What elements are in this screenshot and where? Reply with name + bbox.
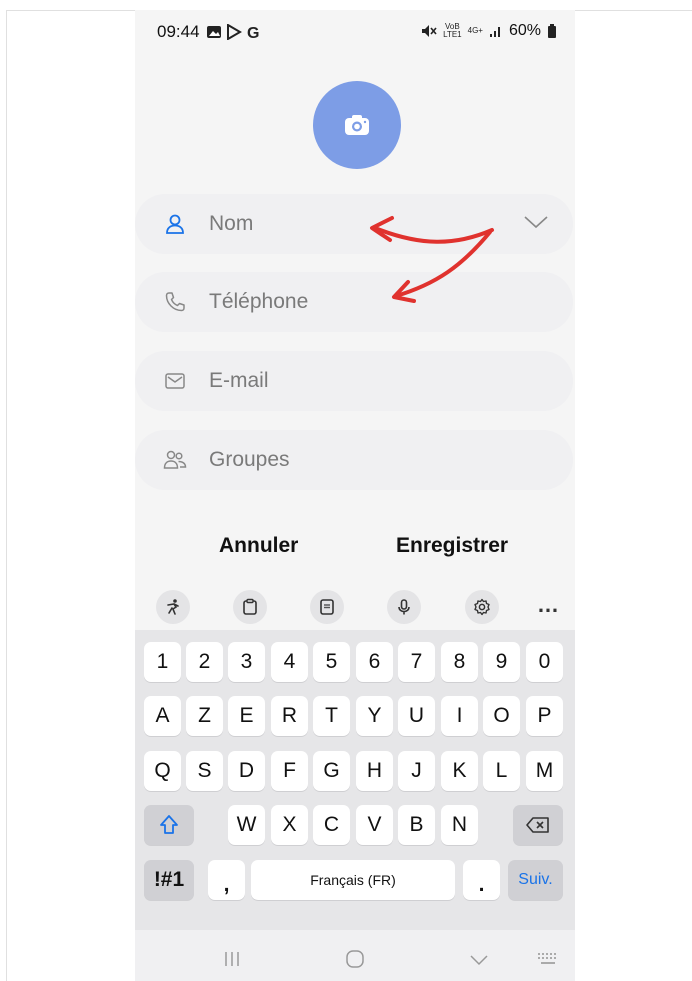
key-h[interactable]: H [356,751,393,791]
key-u[interactable]: U [398,696,435,736]
key-j[interactable]: J [398,751,435,791]
space-key[interactable]: Français (FR) [251,860,455,900]
key-w[interactable]: W [228,805,265,845]
clipboard-icon[interactable] [233,590,267,624]
status-right: VoB LTE1 4G+ 60% [421,22,557,40]
email-field-label: E-mail [209,369,269,392]
keypad-icon[interactable] [310,590,344,624]
key-e[interactable]: E [228,696,265,736]
keyboard-hide-icon[interactable] [537,952,559,966]
key-i[interactable]: I [441,696,478,736]
key-o[interactable]: O [483,696,520,736]
phone-screen: 09:44 G VoB LTE1 4G+ 60% Nom Téléphone E… [135,10,575,981]
network-type: 4G+ [467,26,483,35]
chevron-down-icon[interactable] [523,212,549,232]
mute-icon [422,25,437,37]
shift-key[interactable] [144,805,194,845]
keyboard: 1 2 3 4 5 6 7 8 9 0 A Z E R T Y U I O P … [135,630,575,930]
key-a[interactable]: A [144,696,181,736]
key-d[interactable]: D [228,751,265,791]
key-z[interactable]: Z [186,696,223,736]
key-l[interactable]: L [483,751,520,791]
mic-icon[interactable] [387,590,421,624]
home-icon[interactable] [345,949,365,969]
svg-text:G: G [247,25,259,40]
key-4[interactable]: 4 [271,642,308,682]
camera-icon [345,115,369,135]
key-s[interactable]: S [186,751,223,791]
key-g[interactable]: G [313,751,350,791]
backspace-key[interactable] [513,805,563,845]
key-6[interactable]: 6 [356,642,393,682]
phone-icon [163,290,187,314]
signal-icon [489,27,500,37]
battery-icon [548,24,556,38]
name-field-label: Nom [209,212,254,235]
navigation-bar [135,930,575,981]
name-field[interactable]: Nom [135,194,573,254]
key-t[interactable]: T [313,696,350,736]
status-bar: 09:44 G VoB LTE1 4G+ 60% [135,10,575,50]
contact-photo-button[interactable] [313,81,401,169]
next-key[interactable]: Suiv. [508,860,563,900]
comma-key[interactable]: , [208,860,245,900]
phone-field[interactable]: Téléphone [135,272,573,332]
save-button[interactable]: Enregistrer [396,534,508,558]
play-store-icon [226,24,242,40]
key-0[interactable]: 0 [526,642,563,682]
email-field[interactable]: E-mail [135,351,573,411]
key-q[interactable]: Q [144,751,181,791]
phone-field-label: Téléphone [209,290,309,313]
key-k[interactable]: K [441,751,478,791]
settings-icon[interactable] [465,590,499,624]
key-c[interactable]: C [313,805,350,845]
key-8[interactable]: 8 [441,642,478,682]
groups-field-label: Groupes [209,448,290,471]
key-p[interactable]: P [526,696,563,736]
key-9[interactable]: 9 [483,642,520,682]
clock: 09:44 [157,22,200,41]
key-n[interactable]: N [441,805,478,845]
battery-text: 60% [508,22,541,39]
key-3[interactable]: 3 [228,642,265,682]
keyboard-toolbar: … [135,586,575,626]
key-f[interactable]: F [271,751,308,791]
key-1[interactable]: 1 [144,642,181,682]
more-icon[interactable]: … [537,592,559,618]
google-icon: G [247,25,259,40]
key-r[interactable]: R [271,696,308,736]
recent-apps-icon[interactable] [223,951,241,967]
key-b[interactable]: B [398,805,435,845]
symbols-key[interactable]: !#1 [144,860,194,900]
key-7[interactable]: 7 [398,642,435,682]
key-y[interactable]: Y [356,696,393,736]
cancel-button[interactable]: Annuler [219,534,298,558]
status-left: 09:44 G [157,22,262,42]
form-actions: Annuler Enregistrer [135,534,575,564]
backspace-icon [526,817,549,833]
group-icon [163,448,187,472]
back-chevron-icon[interactable] [469,954,489,966]
network-label: VoB LTE1 [443,22,462,39]
key-2[interactable]: 2 [186,642,223,682]
shift-icon [160,815,178,834]
key-v[interactable]: V [356,805,393,845]
period-key[interactable]: . [463,860,500,900]
key-x[interactable]: X [271,805,308,845]
person-icon [163,212,187,236]
groups-field[interactable]: Groupes [135,430,573,490]
gallery-icon [206,26,221,38]
mail-icon [163,369,187,393]
key-m[interactable]: M [526,751,563,791]
emoji-icon[interactable] [156,590,190,624]
key-5[interactable]: 5 [313,642,350,682]
